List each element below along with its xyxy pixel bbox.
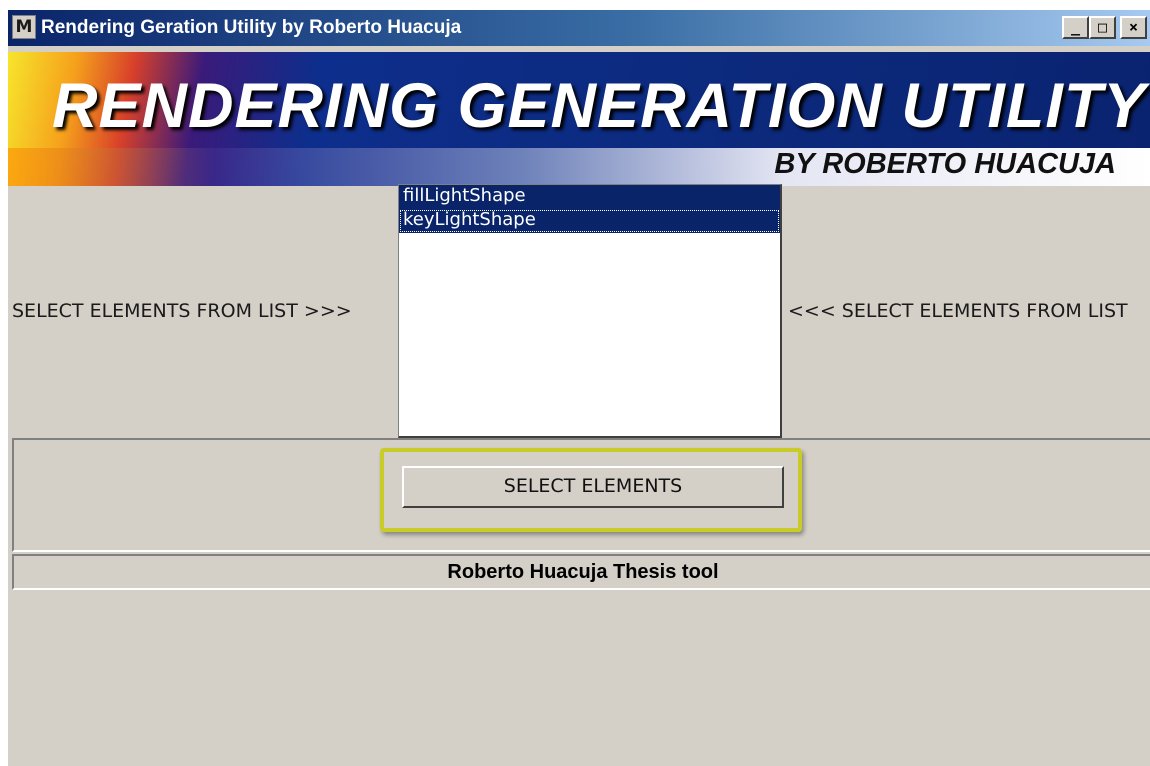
list-item[interactable]: keyLightShape bbox=[399, 209, 780, 233]
minimize-button[interactable]: _ bbox=[1062, 16, 1089, 39]
window-title: Rendering Geration Utility by Roberto Hu… bbox=[41, 17, 462, 38]
close-button[interactable]: × bbox=[1120, 16, 1147, 39]
maximize-icon: □ bbox=[1097, 18, 1108, 36]
app-window: M Rendering Geration Utility by Roberto … bbox=[6, 8, 1150, 766]
status-bar: Roberto Huacuja Thesis tool bbox=[12, 554, 1150, 590]
app-icon[interactable]: M bbox=[12, 15, 36, 39]
left-instruction-label: SELECT ELEMENTS FROM LIST >>> bbox=[12, 300, 352, 322]
select-elements-button[interactable]: SELECT ELEMENTS bbox=[402, 466, 784, 508]
header-banner: RENDERING GENERATION UTILITY BY ROBERTO … bbox=[8, 52, 1150, 186]
maximize-button[interactable]: □ bbox=[1089, 16, 1116, 39]
list-item[interactable]: fillLightShape bbox=[399, 185, 780, 209]
close-icon: × bbox=[1128, 18, 1139, 36]
banner-title: RENDERING GENERATION UTILITY bbox=[52, 71, 1147, 141]
title-bar[interactable]: M Rendering Geration Utility by Roberto … bbox=[8, 10, 1150, 46]
minimize-icon: _ bbox=[1070, 18, 1081, 36]
elements-listbox[interactable]: fillLightShape keyLightShape bbox=[398, 184, 782, 438]
banner-subtitle: BY ROBERTO HUACUJA bbox=[774, 148, 1116, 180]
right-instruction-label: <<< SELECT ELEMENTS FROM LIST bbox=[788, 300, 1128, 322]
